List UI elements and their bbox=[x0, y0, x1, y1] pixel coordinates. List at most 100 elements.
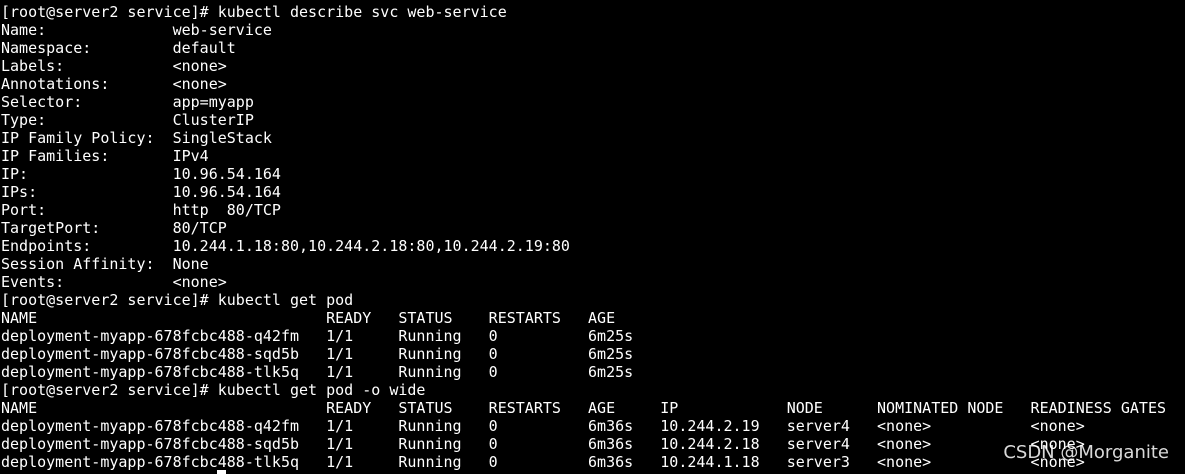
table-cell: deployment-myapp-678fcbc488-q42fm bbox=[1, 327, 300, 345]
column-header: NODE bbox=[786, 399, 823, 417]
field-value: SingleStack bbox=[172, 129, 272, 147]
command-text: kubectl get pod -o wide bbox=[217, 381, 426, 399]
describe-field: Endpoints: 10.244.1.18:80,10.244.2.18:80… bbox=[1, 237, 1166, 255]
table-cell: 6m25s bbox=[588, 363, 634, 381]
column-header: READINESS GATES bbox=[1030, 399, 1167, 417]
field-value: <none> bbox=[172, 273, 227, 291]
terminal-cursor bbox=[217, 470, 226, 474]
describe-field: Port: http 80/TCP bbox=[1, 201, 1166, 219]
field-value: http 80/TCP bbox=[172, 201, 281, 219]
describe-field: Labels: <none> bbox=[1, 57, 1166, 75]
column-header: NAME bbox=[1, 309, 38, 327]
column-header: STATUS bbox=[398, 309, 453, 327]
command-text: kubectl describe svc web-service bbox=[217, 3, 507, 21]
table-cell: deployment-myapp-678fcbc488-sqd5b bbox=[1, 345, 300, 363]
shell-prompt: [root@server2 service]# bbox=[1, 291, 218, 309]
table-cell: 0 bbox=[488, 435, 498, 453]
table-cell: 10.244.2.19 bbox=[660, 417, 760, 435]
field-value: app=myapp bbox=[172, 93, 254, 111]
field-key: Session Affinity: bbox=[1, 255, 155, 273]
command-line: [root@server2 service]# kubectl get pod … bbox=[1, 381, 1166, 399]
table-cell: 10.244.1.18 bbox=[660, 453, 760, 471]
table-row: deployment-myapp-678fcbc488-tlk5q 1/1 Ru… bbox=[1, 453, 1166, 471]
column-header: READY bbox=[326, 399, 372, 417]
field-value: <none> bbox=[172, 75, 227, 93]
column-header: RESTARTS bbox=[488, 399, 561, 417]
table-cell: deployment-myapp-678fcbc488-tlk5q bbox=[1, 363, 300, 381]
describe-field: Type: ClusterIP bbox=[1, 111, 1166, 129]
field-value: 80/TCP bbox=[172, 219, 227, 237]
table-cell: 1/1 bbox=[326, 345, 354, 363]
column-header: RESTARTS bbox=[488, 309, 561, 327]
table-row: deployment-myapp-678fcbc488-q42fm 1/1 Ru… bbox=[1, 417, 1166, 435]
describe-field: Events: <none> bbox=[1, 273, 1166, 291]
column-header: READY bbox=[326, 309, 372, 327]
terminal-window[interactable]: { "terminal": { "lines": [ {"type": "pro… bbox=[0, 0, 1185, 474]
command-line: [root@server2 service]# kubectl get pod bbox=[1, 291, 1166, 309]
table-row: deployment-myapp-678fcbc488-q42fm 1/1 Ru… bbox=[1, 327, 1166, 345]
table-cell: 6m36s bbox=[588, 435, 634, 453]
field-key: IP: bbox=[1, 165, 29, 183]
table-cell: 6m25s bbox=[588, 327, 634, 345]
field-key: Annotations: bbox=[1, 75, 110, 93]
command-text: kubectl get pod bbox=[217, 291, 354, 309]
column-header: NAME bbox=[1, 399, 38, 417]
describe-field: IP: 10.96.54.164 bbox=[1, 165, 1166, 183]
field-value: 10.96.54.164 bbox=[172, 183, 281, 201]
column-header: NOMINATED NODE bbox=[877, 399, 1004, 417]
table-cell: Running bbox=[398, 345, 462, 363]
describe-field: IPs: 10.96.54.164 bbox=[1, 183, 1166, 201]
describe-field: Namespace: default bbox=[1, 39, 1166, 57]
field-key: Port: bbox=[1, 201, 47, 219]
table-cell: Running bbox=[398, 363, 462, 381]
field-key: Events: bbox=[1, 273, 65, 291]
table-cell: 0 bbox=[488, 363, 498, 381]
field-key: Namespace: bbox=[1, 39, 92, 57]
describe-field: Annotations: <none> bbox=[1, 75, 1166, 93]
field-value: 10.96.54.164 bbox=[172, 165, 281, 183]
table-cell: deployment-myapp-678fcbc488-sqd5b bbox=[1, 435, 300, 453]
table-cell: Running bbox=[398, 435, 462, 453]
describe-field: IP Family Policy: SingleStack bbox=[1, 129, 1166, 147]
table-cell: 1/1 bbox=[326, 435, 354, 453]
field-key: Labels: bbox=[1, 57, 65, 75]
table-cell: <none> bbox=[877, 453, 932, 471]
table-cell: 1/1 bbox=[326, 363, 354, 381]
field-key: Type: bbox=[1, 111, 47, 129]
table-row: deployment-myapp-678fcbc488-sqd5b 1/1 Ru… bbox=[1, 435, 1166, 453]
table-cell: Running bbox=[398, 417, 462, 435]
table-cell: deployment-myapp-678fcbc488-tlk5q bbox=[1, 453, 300, 471]
field-key: IPs: bbox=[1, 183, 38, 201]
table-row: deployment-myapp-678fcbc488-tlk5q 1/1 Ru… bbox=[1, 363, 1166, 381]
field-value: None bbox=[172, 255, 209, 273]
describe-field: Selector: app=myapp bbox=[1, 93, 1166, 111]
table-cell: <none> bbox=[877, 417, 932, 435]
table-cell: 1/1 bbox=[326, 327, 354, 345]
field-value: IPv4 bbox=[172, 147, 209, 165]
column-header: IP bbox=[660, 399, 679, 417]
field-value: web-service bbox=[172, 21, 272, 39]
table-cell: 0 bbox=[488, 327, 498, 345]
field-value: 10.244.1.18:80,10.244.2.18:80,10.244.2.1… bbox=[172, 237, 570, 255]
field-value: <none> bbox=[172, 57, 227, 75]
shell-prompt: [root@server2 service]# bbox=[1, 381, 218, 399]
table-header: NAME READY STATUS RESTARTS AGE IP NODE N… bbox=[1, 399, 1166, 417]
table-cell: deployment-myapp-678fcbc488-q42fm bbox=[1, 417, 300, 435]
describe-field: Session Affinity: None bbox=[1, 255, 1166, 273]
table-row: deployment-myapp-678fcbc488-sqd5b 1/1 Ru… bbox=[1, 345, 1166, 363]
table-cell: server4 bbox=[786, 417, 850, 435]
terminal-output: [root@server2 service]# kubectl describe… bbox=[1, 3, 1166, 471]
table-cell: server3 bbox=[786, 453, 850, 471]
table-cell: 10.244.2.18 bbox=[660, 435, 760, 453]
field-key: Endpoints: bbox=[1, 237, 92, 255]
table-cell: <none> bbox=[877, 435, 932, 453]
table-cell: 6m36s bbox=[588, 417, 634, 435]
describe-field: IP Families: IPv4 bbox=[1, 147, 1166, 165]
table-cell: Running bbox=[398, 453, 462, 471]
field-value: default bbox=[172, 39, 236, 57]
table-cell: 0 bbox=[488, 345, 498, 363]
table-cell: Running bbox=[398, 327, 462, 345]
describe-field: TargetPort: 80/TCP bbox=[1, 219, 1166, 237]
describe-field: Name: web-service bbox=[1, 21, 1166, 39]
table-cell: 0 bbox=[488, 417, 498, 435]
